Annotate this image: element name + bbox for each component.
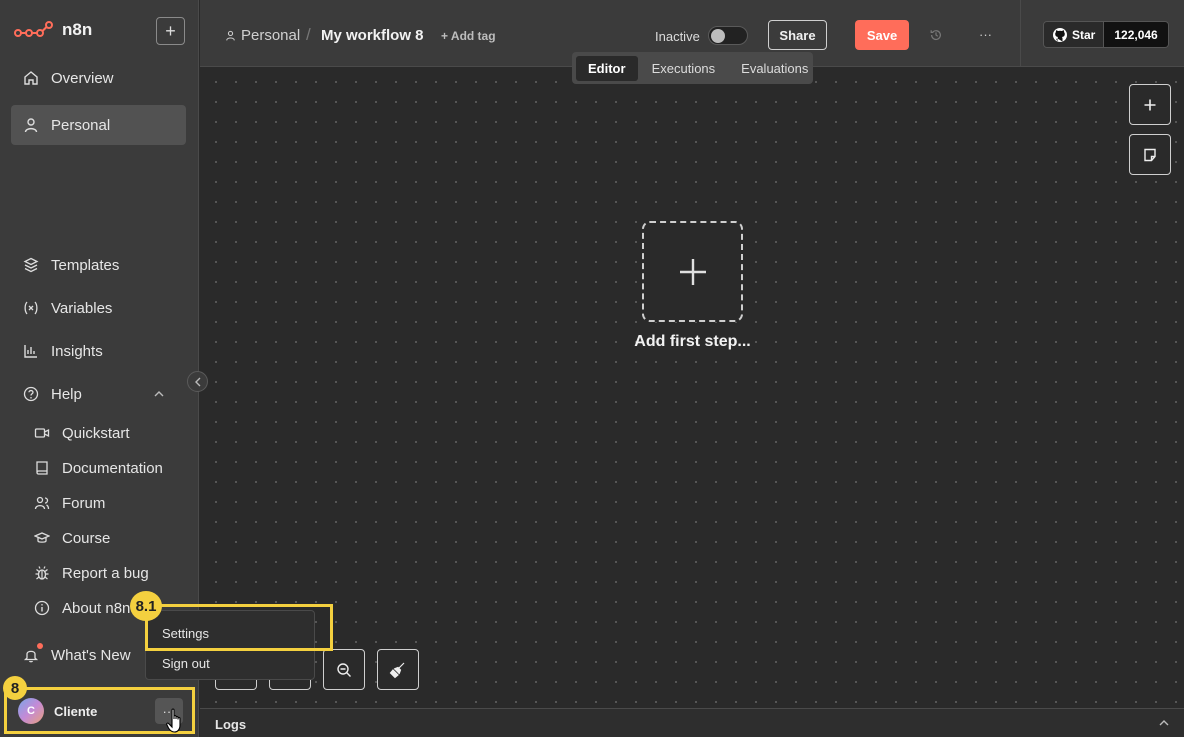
plus-icon	[678, 257, 708, 287]
breadcrumb-project[interactable]: Personal	[225, 27, 300, 44]
chart-icon	[23, 343, 39, 359]
sidebar-item-label: Personal	[51, 116, 111, 134]
active-status-label: Inactive	[655, 29, 700, 44]
zoom-out-button[interactable]	[323, 649, 365, 690]
avatar[interactable]: C	[18, 698, 44, 724]
sidebar-item-label: Overview	[51, 69, 114, 87]
zoom-out-icon	[336, 662, 352, 678]
workflow-name[interactable]: My workflow 8	[321, 27, 424, 44]
help-item-documentation[interactable]: Documentation	[34, 453, 163, 483]
chevron-up-icon[interactable]	[1158, 718, 1170, 728]
history-icon[interactable]	[929, 28, 943, 42]
save-button[interactable]: Save	[855, 20, 909, 50]
view-tabs: Editor Executions Evaluations	[572, 52, 813, 84]
github-star-button[interactable]: Star	[1044, 22, 1104, 47]
open-nodes-panel-button[interactable]	[1129, 84, 1171, 125]
help-item-forum[interactable]: Forum	[34, 488, 105, 518]
users-icon	[34, 495, 50, 511]
breadcrumb-project-label: Personal	[241, 27, 301, 44]
chevron-left-icon	[194, 377, 202, 387]
user-icon	[23, 117, 39, 133]
github-star-label: Star	[1072, 27, 1096, 42]
bell-icon	[23, 647, 39, 663]
add-tag-button[interactable]: + Add tag	[441, 29, 496, 43]
divider	[1020, 0, 1021, 67]
sticky-note-icon	[1143, 148, 1157, 162]
help-item-about[interactable]: About n8n	[34, 593, 130, 623]
add-first-step-label: Add first step...	[634, 333, 751, 350]
help-item-label: Forum	[62, 494, 106, 512]
sidebar-item-personal[interactable]: Personal	[11, 105, 186, 145]
menu-item-sign-out[interactable]: Sign out	[162, 656, 210, 671]
help-item-label: Documentation	[62, 459, 163, 477]
tab-executions[interactable]: Executions	[640, 56, 728, 81]
workflow-canvas[interactable]	[200, 68, 1184, 708]
plus-icon: +	[165, 20, 176, 41]
tab-evaluations[interactable]: Evaluations	[729, 56, 820, 81]
add-first-step-button[interactable]	[642, 221, 743, 322]
broom-icon	[389, 661, 407, 679]
github-star-widget[interactable]: Star 122,046	[1043, 21, 1169, 48]
github-icon	[1052, 27, 1068, 43]
chevron-up-icon[interactable]	[152, 388, 166, 400]
sidebar-item-label: Variables	[51, 299, 113, 317]
logs-label: Logs	[215, 717, 247, 732]
help-item-quickstart[interactable]: Quickstart	[34, 418, 130, 448]
user-name: Cliente	[54, 704, 98, 719]
help-item-label: Course	[62, 529, 111, 547]
variable-icon	[23, 300, 39, 316]
help-circle-icon	[23, 386, 39, 402]
help-item-label: Quickstart	[62, 424, 130, 442]
sidebar-item-label: Help	[51, 385, 82, 403]
breadcrumb-separator: /	[306, 25, 311, 44]
home-icon	[23, 70, 39, 86]
toggle-knob	[711, 29, 725, 43]
sidebar-item-variables[interactable]: Variables	[11, 288, 186, 328]
annotation-badge-settings: 8.1	[130, 591, 162, 621]
create-new-button[interactable]: +	[156, 17, 185, 45]
book-icon	[34, 460, 50, 476]
app-name: n8n	[62, 20, 93, 39]
logs-panel[interactable]: Logs	[200, 708, 1184, 737]
help-item-label: About n8n	[62, 599, 131, 617]
active-toggle[interactable]	[708, 26, 748, 45]
collapse-sidebar-button[interactable]	[187, 371, 208, 392]
sidebar-item-label: Templates	[51, 256, 120, 274]
share-button[interactable]: Share	[768, 20, 827, 50]
info-icon	[34, 600, 50, 616]
bug-icon	[34, 565, 50, 581]
sidebar-item-templates[interactable]: Templates	[11, 245, 186, 285]
help-item-course[interactable]: Course	[34, 523, 110, 553]
sidebar-item-overview[interactable]: Overview	[11, 58, 186, 98]
plus-icon	[1143, 98, 1157, 112]
annotation-badge-user: 8	[3, 676, 27, 700]
notification-dot	[37, 643, 43, 649]
add-sticky-note-button[interactable]	[1129, 134, 1171, 175]
hand-cursor-icon	[166, 708, 186, 734]
n8n-logo[interactable]: n8n	[14, 20, 92, 40]
user-icon	[225, 30, 236, 41]
more-options-button[interactable]: ···	[979, 27, 992, 42]
video-icon	[34, 425, 50, 441]
tab-editor[interactable]: Editor	[576, 55, 638, 81]
n8n-logo-icon	[14, 20, 54, 40]
tidy-up-button[interactable]	[377, 649, 419, 690]
graduation-icon	[34, 530, 50, 546]
help-item-label: Report a bug	[62, 564, 149, 582]
box-icon	[23, 257, 39, 273]
menu-item-settings[interactable]: Settings	[162, 626, 209, 641]
sidebar-item-insights[interactable]: Insights	[11, 331, 186, 371]
help-item-report-bug[interactable]: Report a bug	[34, 558, 149, 588]
sidebar-item-label: What's New	[51, 646, 131, 664]
sidebar-item-label: Insights	[51, 342, 103, 360]
github-star-count[interactable]: 122,046	[1103, 22, 1168, 47]
